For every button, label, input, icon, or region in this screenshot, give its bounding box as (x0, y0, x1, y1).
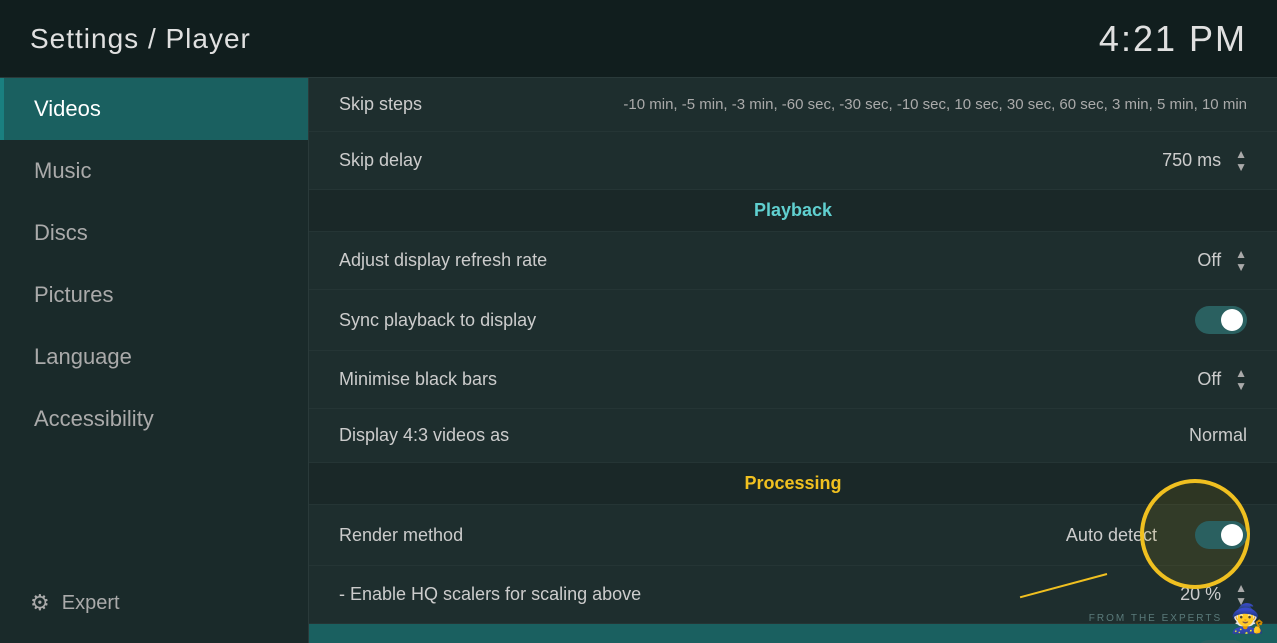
display-43-label: Display 4:3 videos as (339, 425, 509, 446)
sync-playback-toggle[interactable] (1195, 306, 1247, 334)
content-panel: Skip steps -10 min, -5 min, -3 min, -60 … (308, 78, 1277, 643)
sidebar-item-accessibility[interactable]: Accessibility (0, 388, 308, 450)
page-title: Settings / Player (30, 23, 251, 55)
minimise-black-bars-row[interactable]: Minimise black bars Off ▲ ▼ (309, 351, 1277, 409)
sync-playback-row[interactable]: Sync playback to display (309, 290, 1277, 351)
sidebar-item-music[interactable]: Music (0, 140, 308, 202)
expert-button[interactable]: ⚙ Expert (0, 578, 308, 628)
skip-steps-row[interactable]: Skip steps -10 min, -5 min, -3 min, -60 … (309, 78, 1277, 132)
arrow-down-icon[interactable]: ▼ (1235, 261, 1247, 273)
clock: 4:21 PM (1099, 18, 1247, 60)
adjust-refresh-text: Off (1197, 250, 1221, 271)
header: Settings / Player 4:21 PM (0, 0, 1277, 78)
render-method-text: Auto detect (1066, 525, 1157, 546)
sync-playback-value (1195, 306, 1247, 334)
adjust-refresh-row[interactable]: Adjust display refresh rate Off ▲ ▼ (309, 232, 1277, 290)
watermark-icon: 🧙 (1230, 602, 1265, 635)
main-layout: Videos Music Discs Pictures Language Acc… (0, 78, 1277, 643)
playback-section-header: Playback (309, 190, 1277, 232)
arrow-up-icon[interactable]: ▲ (1235, 248, 1247, 260)
minimise-arrows[interactable]: ▲ ▼ (1235, 367, 1247, 392)
minimise-black-bars-value: Off ▲ ▼ (1197, 367, 1247, 392)
expert-label: Expert (62, 592, 120, 615)
toggle-knob (1221, 524, 1243, 546)
display-43-row[interactable]: Display 4:3 videos as Normal (309, 409, 1277, 463)
gear-icon: ⚙ (30, 590, 50, 616)
sidebar: Videos Music Discs Pictures Language Acc… (0, 78, 308, 643)
sidebar-item-videos[interactable]: Videos (0, 78, 308, 140)
sidebar-item-pictures[interactable]: Pictures (0, 264, 308, 326)
toggle-knob (1221, 309, 1243, 331)
render-method-value: Auto detect (1066, 521, 1247, 549)
arrow-down-icon[interactable]: ▼ (1235, 161, 1247, 173)
display-43-value: Normal (1189, 425, 1247, 446)
adjust-refresh-arrows[interactable]: ▲ ▼ (1235, 248, 1247, 273)
skip-steps-value: -10 min, -5 min, -3 min, -60 sec, -30 se… (623, 96, 1247, 113)
hq-scalers-label: - Enable HQ scalers for scaling above (339, 584, 641, 605)
skip-delay-label: Skip delay (339, 150, 422, 171)
watermark-text: FROM THE EXPERTS (1089, 613, 1222, 624)
minimise-black-bars-label: Minimise black bars (339, 369, 497, 390)
sync-playback-label: Sync playback to display (339, 310, 536, 331)
skip-delay-value: 750 ms ▲ ▼ (1162, 148, 1247, 173)
render-toggle[interactable] (1195, 521, 1247, 549)
render-method-row[interactable]: Render method Auto detect (309, 505, 1277, 566)
adjust-refresh-label: Adjust display refresh rate (339, 250, 547, 271)
watermark: FROM THE EXPERTS 🧙 (1077, 593, 1277, 643)
skip-delay-row[interactable]: Skip delay 750 ms ▲ ▼ (309, 132, 1277, 190)
sidebar-item-discs[interactable]: Discs (0, 202, 308, 264)
minimise-black-bars-text: Off (1197, 369, 1221, 390)
skip-delay-text: 750 ms (1162, 150, 1221, 171)
processing-section-header: Processing (309, 463, 1277, 505)
skip-steps-label: Skip steps (339, 94, 422, 115)
arrow-up-icon[interactable]: ▲ (1235, 367, 1247, 379)
arrow-up-icon[interactable]: ▲ (1235, 148, 1247, 160)
render-method-label: Render method (339, 525, 463, 546)
sidebar-item-language[interactable]: Language (0, 326, 308, 388)
skip-delay-arrows[interactable]: ▲ ▼ (1235, 148, 1247, 173)
arrow-down-icon[interactable]: ▼ (1235, 380, 1247, 392)
adjust-refresh-value: Off ▲ ▼ (1197, 248, 1247, 273)
